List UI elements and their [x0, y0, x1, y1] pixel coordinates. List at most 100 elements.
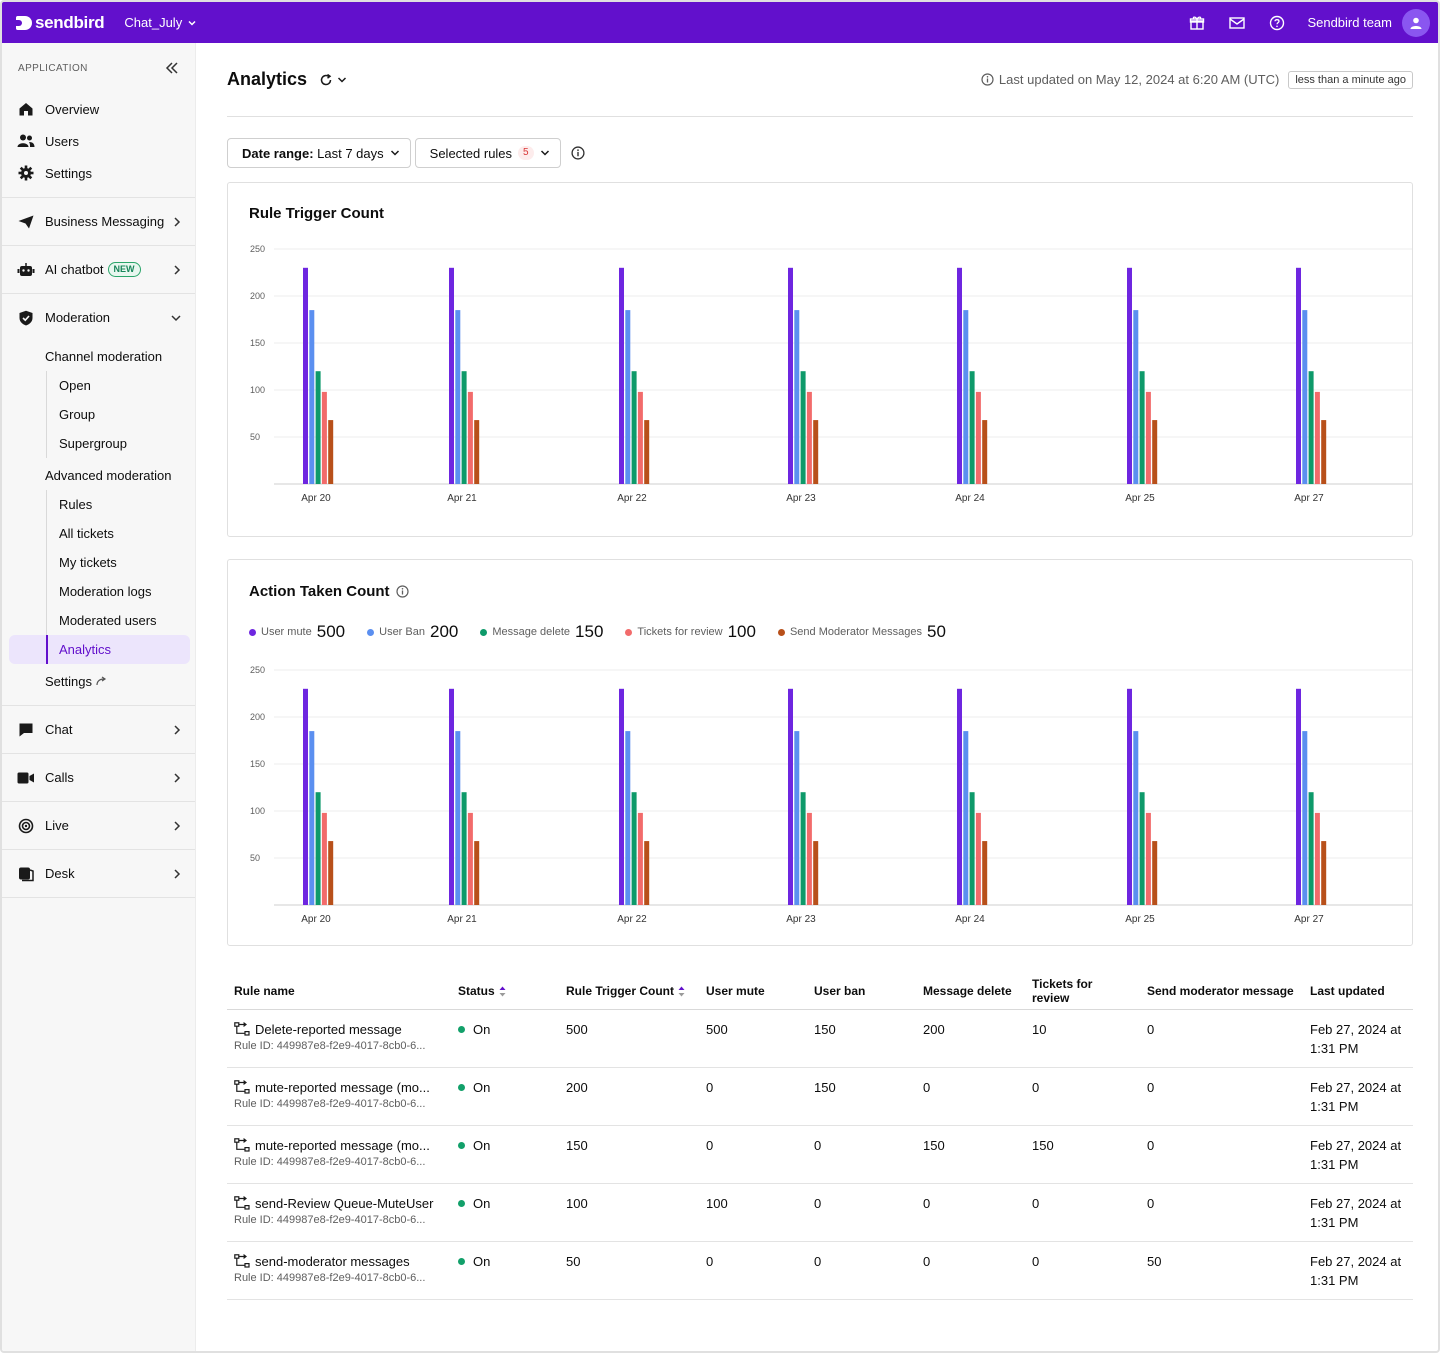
bar[interactable] — [309, 310, 315, 484]
bar[interactable] — [637, 812, 643, 905]
bar[interactable] — [309, 731, 315, 905]
bar[interactable] — [625, 731, 631, 905]
sidebar-group-live[interactable]: Live — [2, 802, 195, 849]
bar[interactable] — [631, 792, 637, 905]
bar[interactable] — [461, 792, 467, 905]
bar[interactable] — [1321, 841, 1327, 905]
bar[interactable] — [461, 371, 467, 484]
user-avatar[interactable] — [1402, 8, 1430, 37]
bar[interactable] — [1152, 841, 1158, 905]
sort-icon[interactable] — [499, 986, 506, 997]
bar[interactable] — [467, 391, 473, 484]
table-row[interactable]: mute-reported message (mo... Rule ID: 449… — [227, 1067, 1413, 1126]
bar[interactable] — [1133, 310, 1139, 484]
bar[interactable] — [455, 310, 461, 484]
rule-name-cell[interactable]: send-Review Queue-MuteUser Rule ID: 44998… — [227, 1183, 451, 1242]
sidebar-item-overview[interactable]: Overview — [2, 93, 195, 125]
sidebar-item-analytics[interactable]: Analytics — [9, 635, 190, 664]
info-icon[interactable] — [571, 146, 585, 160]
table-row[interactable]: mute-reported message (mo... Rule ID: 449… — [227, 1125, 1413, 1184]
bar[interactable] — [1302, 310, 1308, 484]
sidebar-group-calls[interactable]: Calls — [2, 754, 195, 801]
gift-icon[interactable] — [1177, 2, 1217, 43]
bar[interactable] — [1296, 267, 1301, 484]
bar[interactable] — [303, 688, 308, 905]
bar[interactable] — [625, 310, 631, 484]
sidebar-item-advanced-moderation[interactable]: Advanced moderation — [2, 460, 195, 490]
bar[interactable] — [449, 267, 454, 484]
team-name[interactable]: Sendbird team — [1307, 15, 1392, 30]
sendbird-logo[interactable]: sendbird — [16, 13, 105, 33]
table-row[interactable]: send-moderator messages Rule ID: 449987e8… — [227, 1241, 1413, 1300]
sidebar-group-business-messaging[interactable]: Business Messaging — [2, 198, 195, 245]
bar[interactable] — [1139, 792, 1145, 905]
sidebar-item-rules[interactable]: Rules — [47, 490, 195, 519]
bar[interactable] — [963, 731, 969, 905]
bar[interactable] — [644, 841, 650, 905]
bar[interactable] — [1133, 731, 1139, 905]
column-header[interactable]: Last updated — [1303, 963, 1413, 1010]
rule-name-cell[interactable]: mute-reported message (mo... Rule ID: 449… — [227, 1125, 451, 1184]
rule-name-cell[interactable]: send-moderator messages Rule ID: 449987e8… — [227, 1241, 451, 1300]
bar[interactable] — [637, 391, 643, 484]
bar[interactable] — [813, 841, 819, 905]
bar[interactable] — [321, 391, 327, 484]
bar[interactable] — [328, 841, 334, 905]
bar[interactable] — [982, 841, 988, 905]
rule-name-cell[interactable]: Delete-reported message Rule ID: 449987e8… — [227, 1009, 451, 1068]
sidebar-item-moderated-users[interactable]: Moderated users — [47, 606, 195, 635]
mail-icon[interactable] — [1217, 2, 1257, 43]
bar[interactable] — [1296, 688, 1301, 905]
bar[interactable] — [1145, 391, 1151, 484]
sidebar-item-supergroup[interactable]: Supergroup — [47, 429, 195, 458]
bar[interactable] — [328, 420, 334, 484]
bar[interactable] — [1308, 792, 1314, 905]
column-header-status[interactable]: Status — [451, 963, 559, 1010]
bar[interactable] — [1314, 391, 1320, 484]
column-header[interactable]: User ban — [807, 963, 916, 1010]
bar[interactable] — [303, 267, 308, 484]
sidebar-group-moderation[interactable]: Moderation — [2, 294, 195, 341]
refresh-button[interactable] — [319, 73, 347, 87]
bar[interactable] — [619, 688, 624, 905]
bar[interactable] — [1127, 688, 1132, 905]
bar[interactable] — [1321, 420, 1327, 484]
bar[interactable] — [788, 688, 793, 905]
bar[interactable] — [321, 812, 327, 905]
bar[interactable] — [957, 267, 962, 484]
bar[interactable] — [1152, 420, 1158, 484]
column-header[interactable]: Rule name — [227, 963, 451, 1010]
bar[interactable] — [969, 371, 975, 484]
bar[interactable] — [1314, 812, 1320, 905]
bar[interactable] — [794, 731, 800, 905]
bar[interactable] — [1145, 812, 1151, 905]
selected-rules-dropdown[interactable]: Selected rules 5 — [414, 138, 561, 168]
bar[interactable] — [1127, 267, 1132, 484]
bar[interactable] — [619, 267, 624, 484]
bar[interactable] — [631, 371, 637, 484]
bar[interactable] — [455, 731, 461, 905]
column-header[interactable]: Tickets for review — [1025, 963, 1140, 1010]
sidebar-group-chat[interactable]: Chat — [2, 706, 195, 753]
bar[interactable] — [957, 688, 962, 905]
bar[interactable] — [474, 841, 480, 905]
sidebar-item-open[interactable]: Open — [47, 371, 195, 400]
sidebar-item-channel-moderation[interactable]: Channel moderation — [2, 341, 195, 371]
bar[interactable] — [975, 812, 981, 905]
column-header[interactable]: Message delete — [916, 963, 1025, 1010]
bar[interactable] — [788, 267, 793, 484]
sidebar-item-all-tickets[interactable]: All tickets — [47, 519, 195, 548]
bar[interactable] — [794, 310, 800, 484]
bar[interactable] — [806, 391, 812, 484]
column-header-trigger[interactable]: Rule Trigger Count — [559, 963, 699, 1010]
bar[interactable] — [963, 310, 969, 484]
app-switcher[interactable]: Chat_July — [124, 15, 197, 30]
rule-name-cell[interactable]: mute-reported message (mo... Rule ID: 449… — [227, 1067, 451, 1126]
sidebar-item-users[interactable]: Users — [2, 125, 195, 157]
bar[interactable] — [806, 812, 812, 905]
sidebar-group-ai-chatbot[interactable]: AI chatbot NEW — [2, 246, 195, 293]
bar[interactable] — [467, 812, 473, 905]
bar[interactable] — [1139, 371, 1145, 484]
sidebar-item-group[interactable]: Group — [47, 400, 195, 429]
bar[interactable] — [315, 371, 321, 484]
